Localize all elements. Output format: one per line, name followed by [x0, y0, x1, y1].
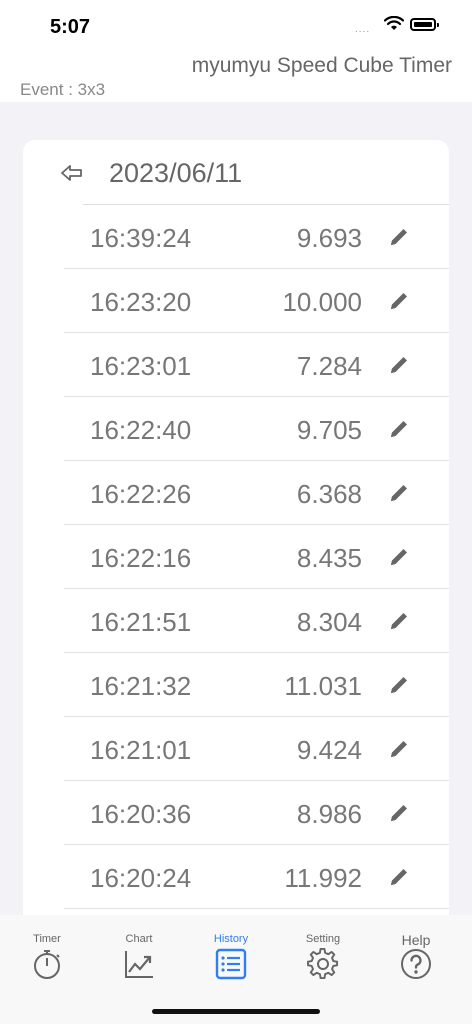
list-icon [215, 948, 247, 980]
edit-pencil-icon[interactable] [387, 225, 411, 249]
signal-dots: .... [355, 24, 371, 35]
history-row: 16:22:26 6.368 [23, 461, 449, 525]
record-time: 16:20:24 [90, 863, 192, 893]
tab-timer[interactable]: Timer [0, 915, 94, 995]
record-value: 11.992 [284, 863, 362, 893]
stopwatch-icon [34, 950, 60, 979]
history-row: 16:21:51 8.304 [23, 589, 449, 653]
event-label: Event : 3x3 [20, 80, 106, 99]
record-value: 11.031 [284, 671, 362, 701]
edit-pencil-icon[interactable] [387, 353, 411, 377]
edit-pencil-icon[interactable] [387, 481, 411, 505]
history-row: 16:22:16 8.435 [23, 525, 449, 589]
record-value: 9.424 [296, 735, 362, 765]
record-time: 16:23:01 [90, 351, 192, 381]
record-time: 16:22:40 [90, 415, 192, 445]
history-date: 2023/06/11 [109, 158, 243, 188]
history-row: 16:20:36 8.986 [23, 781, 449, 845]
edit-pencil-icon[interactable] [387, 545, 411, 569]
record-value: 8.986 [296, 799, 362, 829]
record-time: 16:21:32 [90, 671, 192, 701]
tab-help[interactable]: Help [369, 915, 463, 995]
edit-pencil-icon[interactable] [387, 417, 411, 441]
record-value: 7.284 [296, 351, 362, 381]
record-time: 16:22:16 [90, 543, 192, 573]
tab-label: Chart [125, 933, 153, 945]
gear-icon [307, 948, 339, 980]
history-date-header: 2023/06/11 [23, 140, 449, 204]
record-value: 9.705 [296, 415, 362, 445]
record-time: 16:23:20 [90, 287, 192, 317]
status-bar: 5:07 .... [0, 0, 472, 50]
tab-label: History [213, 933, 249, 945]
history-row: 16:21:32 11.031 [23, 653, 449, 717]
chart-icon [125, 951, 153, 978]
home-indicator [152, 1009, 320, 1014]
history-row: 16:22:40 9.705 [23, 397, 449, 461]
history-row: 16:23:01 7.284 [23, 333, 449, 397]
app-header: myumyu Speed Cube Timer Event : 3x3 [0, 50, 472, 102]
record-value: 6.368 [296, 479, 362, 509]
edit-pencil-icon[interactable] [387, 737, 411, 761]
help-icon [401, 949, 431, 979]
edit-pencil-icon[interactable] [387, 673, 411, 697]
record-value: 10.000 [282, 287, 362, 317]
record-time: 16:22:26 [90, 479, 192, 509]
history-row: 16:21:01 9.424 [23, 717, 449, 781]
record-value: 8.304 [296, 607, 362, 637]
record-time: 16:39:24 [90, 223, 192, 253]
history-row: 16:39:24 9.693 [23, 205, 449, 269]
history-row: 16:20:24 11.992 [23, 845, 449, 909]
back-arrow-icon[interactable] [59, 160, 85, 186]
tab-bar: Timer Chart History Setting Help [0, 915, 472, 1024]
row-divider [64, 908, 449, 909]
tab-chart[interactable]: Chart [92, 915, 186, 995]
tab-setting[interactable]: Setting [276, 915, 370, 995]
history-list: 16:39:24 9.693 16:23:20 10.000 16:23:01 7.284… [23, 205, 449, 909]
record-value: 9.693 [296, 223, 362, 253]
tab-label: Timer [33, 933, 61, 945]
tab-label: Setting [305, 933, 341, 945]
history-row: 16:23:20 10.000 [23, 269, 449, 333]
record-time: 16:21:51 [90, 607, 192, 637]
wifi-icon [384, 16, 404, 30]
edit-pencil-icon[interactable] [387, 865, 411, 889]
tab-label: Help [401, 932, 431, 948]
history-card: 2023/06/11 16:39:24 9.693 16:23:20 10.000 16… [23, 140, 449, 940]
tab-history[interactable]: History [184, 915, 278, 995]
record-time: 16:20:36 [90, 799, 192, 829]
app-title: myumyu Speed Cube Timer [191, 54, 452, 77]
status-time: 5:07 [50, 16, 91, 38]
battery-icon [410, 18, 439, 31]
record-value: 8.435 [296, 543, 362, 573]
edit-pencil-icon[interactable] [387, 801, 411, 825]
record-time: 16:21:01 [90, 735, 192, 765]
edit-pencil-icon[interactable] [387, 289, 411, 313]
edit-pencil-icon[interactable] [387, 609, 411, 633]
